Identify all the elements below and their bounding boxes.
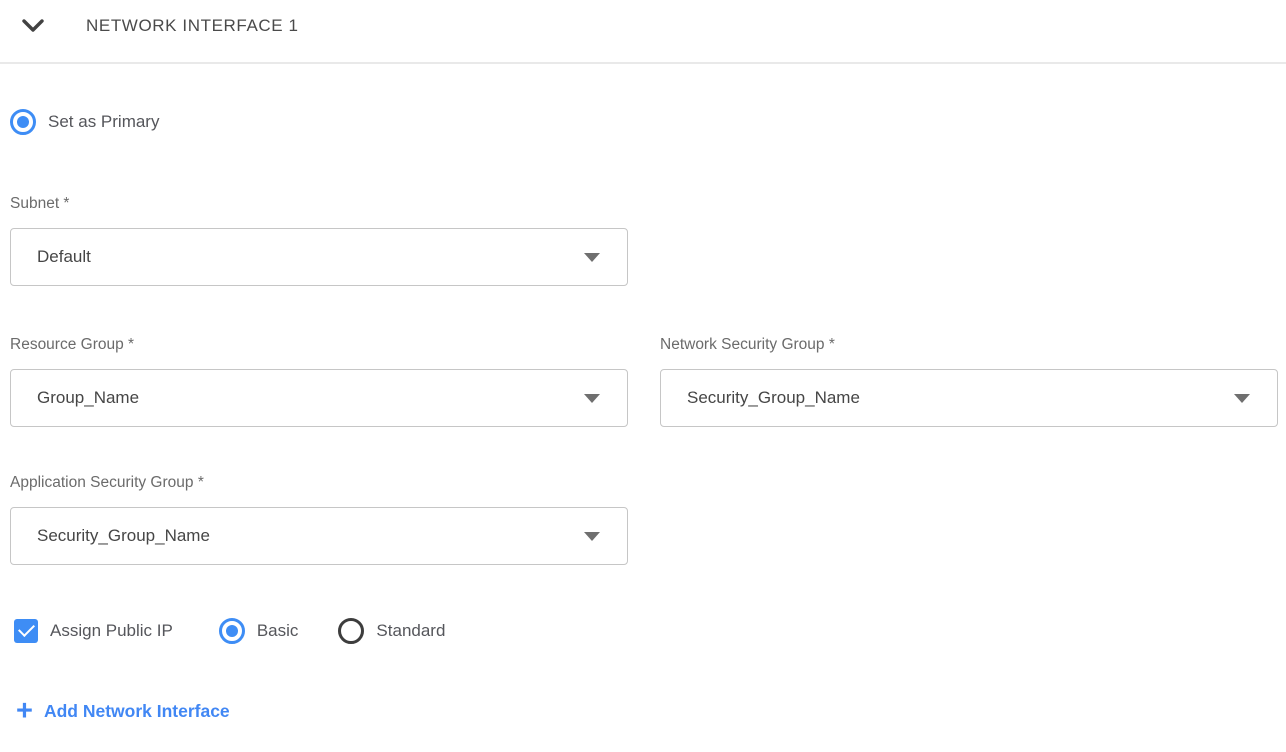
plus-icon: + <box>16 700 33 722</box>
resource-group-field: Resource Group * Group_Name <box>10 336 628 427</box>
subnet-select[interactable]: Default <box>10 228 628 286</box>
network-security-group-field: Network Security Group * Security_Group_… <box>660 336 1278 427</box>
network-security-group-label: Network Security Group * <box>660 336 1278 354</box>
network-security-group-select-value: Security_Group_Name <box>687 388 860 408</box>
chevron-down-icon[interactable] <box>20 15 46 37</box>
assign-public-ip-checkbox[interactable] <box>14 619 38 643</box>
subnet-field: Subnet * Default <box>10 195 628 286</box>
section-body: Set as Primary Subnet * Default Resource… <box>0 109 1286 722</box>
network-security-group-select[interactable]: Security_Group_Name <box>660 369 1278 427</box>
dropdown-caret-icon <box>584 253 600 262</box>
resource-group-label: Resource Group * <box>10 336 628 354</box>
set-as-primary-radio[interactable] <box>10 109 36 135</box>
basic-radio[interactable] <box>219 618 245 644</box>
section-title: NETWORK INTERFACE 1 <box>86 16 299 36</box>
set-as-primary-label: Set as Primary <box>48 112 159 132</box>
assign-public-ip-label: Assign Public IP <box>50 621 173 641</box>
standard-option: Standard <box>338 618 445 644</box>
basic-option: Basic <box>219 618 299 644</box>
application-security-group-field: Application Security Group * Security_Gr… <box>10 474 628 565</box>
standard-radio-label: Standard <box>376 621 445 641</box>
add-network-interface-link[interactable]: + Add Network Interface <box>10 700 230 722</box>
application-security-group-label: Application Security Group * <box>10 474 628 492</box>
section-header: NETWORK INTERFACE 1 <box>0 0 1286 38</box>
resource-group-select[interactable]: Group_Name <box>10 369 628 427</box>
basic-radio-label: Basic <box>257 621 299 641</box>
network-interface-form: NETWORK INTERFACE 1 Set as Primary Subne… <box>0 0 1286 752</box>
public-ip-row: Assign Public IP Basic Standard <box>10 618 1276 644</box>
group-fields-row: Resource Group * Group_Name Network Secu… <box>10 336 1276 427</box>
dropdown-caret-icon <box>1234 394 1250 403</box>
resource-group-select-value: Group_Name <box>37 388 139 408</box>
subnet-label: Subnet * <box>10 195 628 213</box>
standard-radio[interactable] <box>338 618 364 644</box>
subnet-select-value: Default <box>37 247 91 267</box>
add-network-interface-label: Add Network Interface <box>44 701 230 722</box>
application-security-group-select-value: Security_Group_Name <box>37 526 210 546</box>
dropdown-caret-icon <box>584 532 600 541</box>
dropdown-caret-icon <box>584 394 600 403</box>
section-divider <box>0 62 1286 64</box>
set-as-primary-option: Set as Primary <box>10 109 1276 135</box>
application-security-group-select[interactable]: Security_Group_Name <box>10 507 628 565</box>
